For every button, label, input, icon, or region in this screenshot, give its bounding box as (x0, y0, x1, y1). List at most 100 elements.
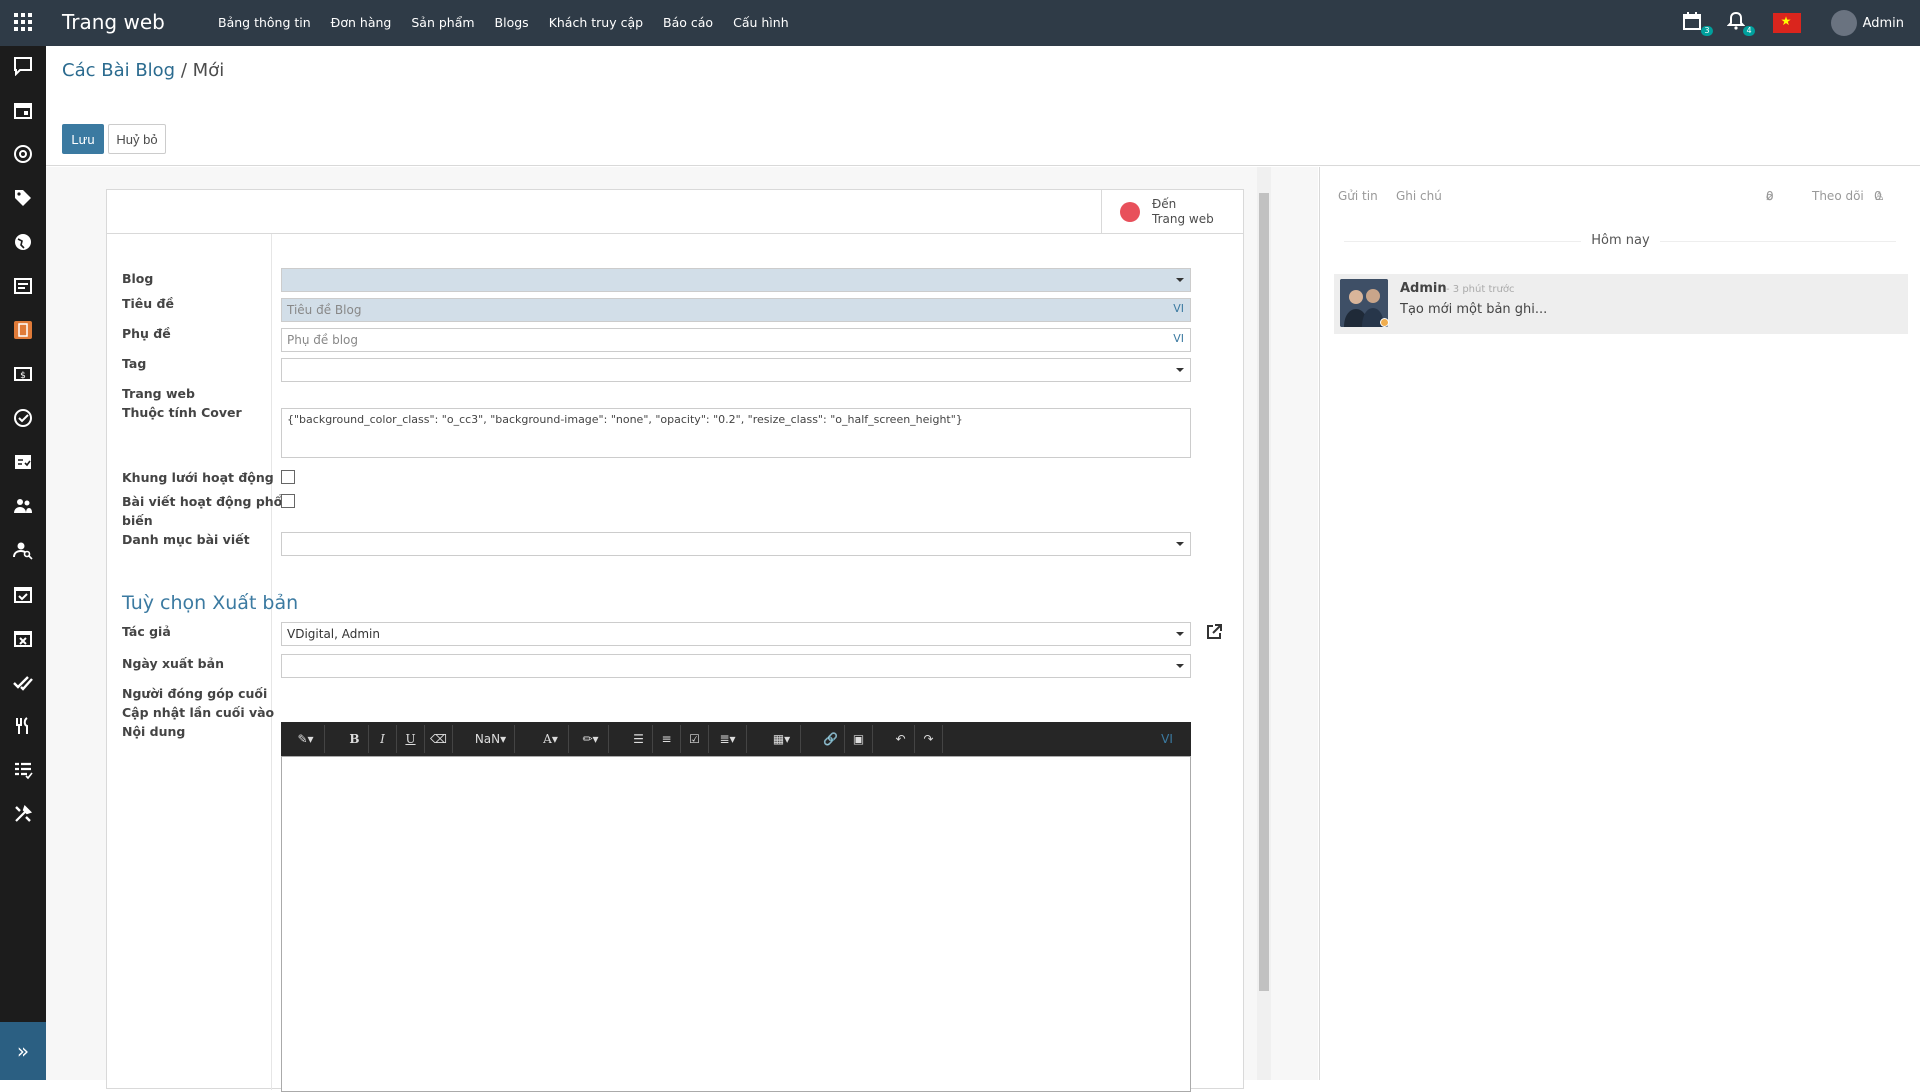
title-label: Tiêu đề (122, 296, 174, 311)
task-list-icon[interactable] (0, 755, 46, 785)
log-note-button[interactable]: Ghi chú (1396, 189, 1442, 203)
title-input[interactable]: Tiêu đề Blog VI (281, 298, 1191, 322)
discuss-icon[interactable] (0, 51, 46, 81)
cover-label-properties: Thuộc tính Cover (122, 405, 242, 420)
author-value: VDigital, Admin (287, 627, 380, 641)
tag-label: Tag (122, 356, 147, 371)
calendar-icon[interactable] (0, 95, 46, 125)
align-dropdown-icon[interactable]: ≣▾ (709, 725, 747, 753)
tag-icon[interactable] (0, 183, 46, 213)
breadcrumb-blog-posts[interactable]: Các Bài Blog (62, 60, 175, 81)
at-sign-icon[interactable] (0, 139, 46, 169)
content-editor[interactable] (281, 756, 1191, 1092)
chevron-down-icon (1176, 664, 1184, 668)
language-flag-icon[interactable] (1772, 13, 1801, 33)
grid-active-checkbox[interactable] (281, 470, 295, 484)
publish-date-input[interactable] (281, 654, 1191, 678)
discard-button[interactable]: Huỷ bỏ (108, 124, 166, 154)
menu-item-blogs[interactable]: Blogs (495, 15, 529, 30)
form-sheet: Đến Trang web Blog Tiêu đề Tiêu đề Blog … (106, 189, 1244, 1092)
message-timestamp: - 3 phút trước (1446, 284, 1515, 295)
money-icon[interactable]: $ (0, 359, 46, 389)
date-separator: Hôm nay (1320, 233, 1920, 248)
people-icon[interactable] (0, 491, 46, 521)
menu-item-visitors[interactable]: Khách truy cập (549, 15, 643, 30)
italic-button[interactable]: I (369, 725, 397, 753)
user-search-icon[interactable] (0, 535, 46, 565)
activity-icon[interactable]: 3 (1682, 11, 1713, 36)
tag-select[interactable] (281, 358, 1191, 382)
subtitle-input[interactable]: Phụ đề blog VI (281, 328, 1191, 352)
apps-grid-icon[interactable] (14, 13, 32, 31)
sidebar-expand-icon[interactable]: » (0, 1022, 46, 1080)
go-to-website-button[interactable]: Đến Trang web (1101, 190, 1243, 234)
numbered-list-icon[interactable]: ≡ (653, 725, 681, 753)
author-select[interactable]: VDigital, Admin (281, 622, 1191, 646)
message-body: Tạo mới một bản ghi... (1400, 302, 1548, 317)
document-icon[interactable] (0, 271, 46, 301)
utensils-icon[interactable] (0, 711, 46, 741)
underline-button[interactable]: U (397, 725, 425, 753)
app-brand[interactable]: Trang web (62, 10, 165, 34)
publish-date-label: Ngày xuất bản (122, 656, 224, 671)
category-select[interactable] (281, 532, 1191, 556)
message-author[interactable]: Admin (1400, 281, 1447, 296)
popular-checkbox[interactable] (281, 494, 295, 508)
highlight-brush-icon[interactable]: ✏▾ (573, 725, 609, 753)
check-circle-icon[interactable] (0, 403, 46, 433)
subtitle-lang-button[interactable]: VI (1173, 332, 1184, 345)
link-icon[interactable]: 🔗 (817, 725, 845, 753)
font-color-dropdown[interactable]: A ▾ (533, 725, 569, 753)
menu-item-products[interactable]: Sản phẩm (411, 15, 474, 30)
redo-icon[interactable]: ↷ (915, 725, 943, 753)
table-icon[interactable]: ▦▾ (763, 725, 801, 753)
undo-icon[interactable]: ↶ (887, 725, 915, 753)
subtitle-label: Phụ đề (122, 326, 171, 341)
cover-properties-textarea[interactable]: {"background_color_class": "o_cc3", "bac… (281, 408, 1191, 458)
bell-icon[interactable]: 4 (1726, 11, 1755, 36)
title-lang-button[interactable]: VI (1173, 302, 1184, 315)
user-avatar[interactable] (1830, 10, 1857, 36)
menu-item-configuration[interactable]: Cấu hình (733, 15, 789, 30)
title-placeholder: Tiêu đề Blog (287, 303, 362, 317)
follow-button[interactable]: Theo dõi (1812, 189, 1864, 203)
bold-button[interactable]: B (341, 725, 369, 753)
tools-icon[interactable] (0, 799, 46, 829)
menu-item-dashboard[interactable]: Bảng thông tin (218, 15, 311, 30)
scrollbar-thumb[interactable] (1259, 193, 1269, 991)
save-button[interactable]: Lưu (62, 124, 104, 154)
menu-item-orders[interactable]: Đơn hàng (331, 15, 392, 30)
form-view: Đến Trang web Blog Tiêu đề Tiêu đề Blog … (46, 167, 1318, 1092)
image-icon[interactable]: ▣ (845, 725, 873, 753)
globe-icon[interactable] (0, 227, 46, 257)
invoice-app-icon[interactable] (0, 315, 46, 345)
double-check-icon[interactable] (0, 667, 46, 697)
checklist-editor-icon[interactable]: ☑ (681, 725, 709, 753)
checklist-icon[interactable] (0, 447, 46, 477)
app-sidebar: $ » (0, 46, 46, 1080)
calendar-check-icon[interactable] (0, 579, 46, 609)
label-column-divider (271, 234, 272, 1090)
attachment-count: 0 (1766, 189, 1774, 203)
font-size-dropdown[interactable]: NaN ▾ (467, 725, 515, 753)
bullet-list-icon[interactable]: ☰ (625, 725, 653, 753)
menu-item-reports[interactable]: Báo cáo (663, 15, 713, 30)
user-menu-name[interactable]: Admin (1863, 16, 1904, 31)
editor-lang-button[interactable]: VI (1151, 725, 1183, 753)
html-editor-toolbar: ✎▾ B I U ⌫ NaN ▾ A ▾ ✏▾ ☰ ≡ ☑ ≣▾ ▦▾ 🔗 ▣ ↶ … (281, 722, 1191, 756)
external-link-icon[interactable] (1205, 623, 1223, 641)
go-to-website-line2: Trang web (1152, 212, 1214, 226)
send-message-button[interactable]: Gửi tin (1338, 189, 1378, 203)
blog-select[interactable] (281, 268, 1191, 292)
breadcrumb: Các Bài Blog / Mới (62, 60, 224, 81)
popular-label-2: biến (122, 513, 153, 528)
eraser-icon[interactable]: ⌫ (425, 725, 453, 753)
style-magic-icon[interactable]: ✎▾ (287, 725, 325, 753)
form-scrollbar[interactable] (1257, 167, 1271, 1080)
cover-label-website: Trang web (122, 386, 195, 401)
category-label: Danh mục bài viết (122, 532, 250, 547)
chatter-panel: Gửi tin Ghi chú ⌀ 0 Theo dõi ♙ 0 Hôm nay … (1319, 167, 1920, 1080)
blog-label: Blog (122, 271, 154, 286)
grid-active-label: Khung lưới hoạt động (122, 470, 274, 485)
calendar-cancel-icon[interactable] (0, 623, 46, 653)
